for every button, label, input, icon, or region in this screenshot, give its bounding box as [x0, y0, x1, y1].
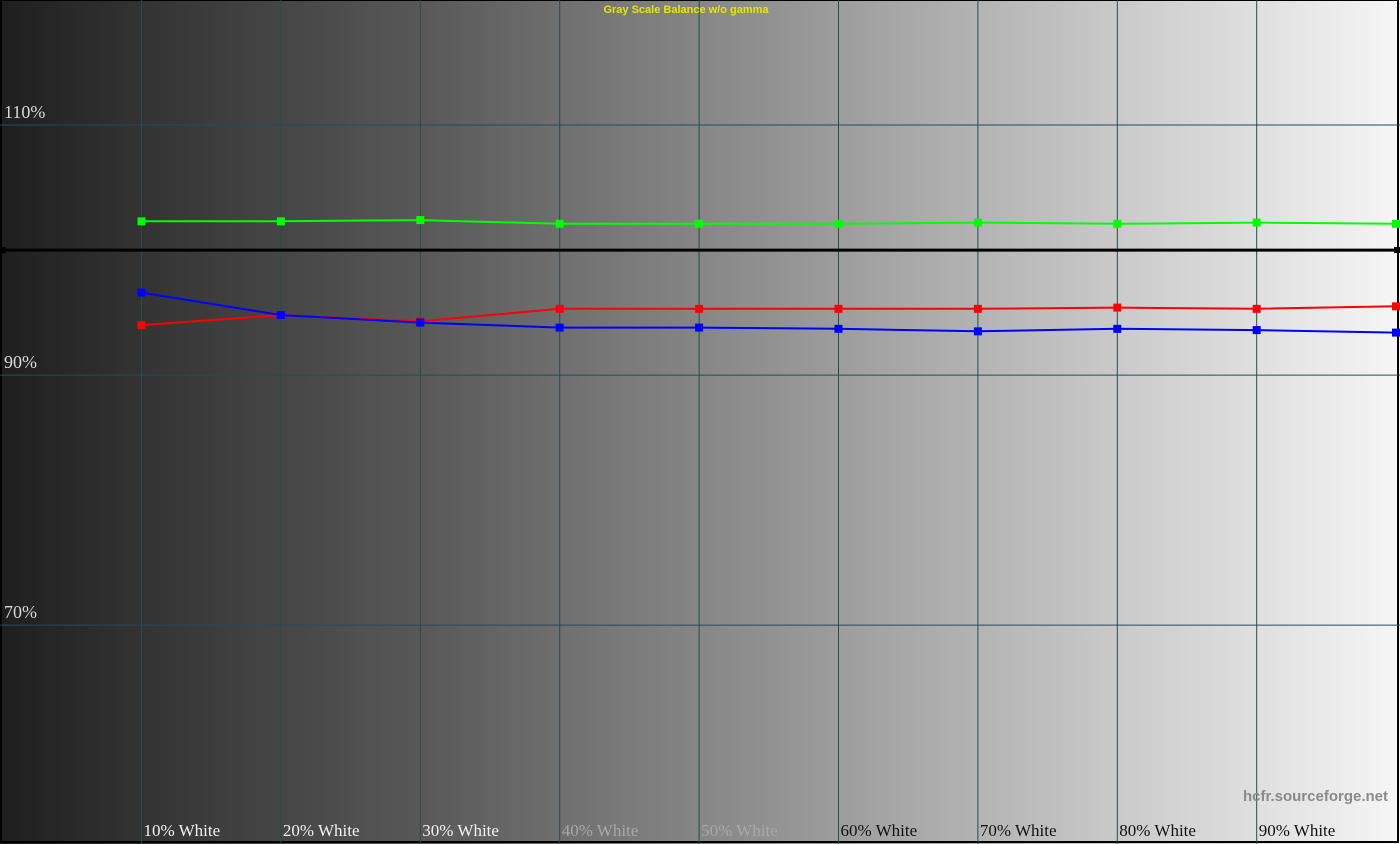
watermark: hcfr.sourceforge.net	[1243, 788, 1388, 805]
grayscale-balance-chart: 110% 90% 70% 10% White 20% White 30% White 40%…	[0, 0, 1400, 844]
data-point-0	[695, 219, 704, 228]
data-point-1	[834, 304, 843, 313]
chart-title: Gray Scale Balance w/o gamma	[603, 4, 769, 16]
data-point-0	[137, 217, 146, 226]
y-tick-label: 110%	[4, 102, 45, 122]
data-point-0	[1392, 219, 1400, 228]
reference-marker	[1394, 247, 1400, 254]
data-point-0	[416, 216, 425, 225]
x-tick-label: 40% White	[562, 821, 639, 840]
data-point-1	[973, 304, 982, 313]
data-point-0	[1113, 219, 1122, 228]
data-point-0	[1252, 218, 1261, 227]
y-tick-label: 70%	[4, 602, 37, 622]
data-point-0	[276, 217, 285, 226]
x-tick-label: 20% White	[283, 821, 360, 840]
data-point-1	[1113, 303, 1122, 312]
x-tick-label: 30% White	[422, 821, 499, 840]
x-tick-label: 50% White	[701, 821, 778, 840]
x-tick-label: 90% White	[1259, 821, 1336, 840]
data-point-2	[1252, 326, 1261, 335]
y-tick-label: 90%	[4, 352, 37, 372]
x-tick-label: 10% White	[144, 821, 221, 840]
data-point-1	[1392, 302, 1400, 311]
data-point-2	[695, 323, 704, 332]
data-point-2	[834, 324, 843, 333]
data-point-0	[834, 219, 843, 228]
data-point-1	[137, 321, 146, 330]
data-point-2	[1392, 328, 1400, 337]
data-point-2	[276, 311, 285, 320]
data-point-1	[555, 304, 564, 313]
data-point-0	[555, 219, 564, 228]
x-tick-label: 80% White	[1119, 821, 1196, 840]
data-point-2	[416, 318, 425, 327]
plot-background	[0, 0, 1400, 844]
data-point-2	[137, 288, 146, 297]
data-point-0	[973, 218, 982, 227]
x-tick-label: 70% White	[980, 821, 1057, 840]
data-point-2	[555, 323, 564, 332]
data-point-2	[1113, 324, 1122, 333]
data-point-1	[1252, 304, 1261, 313]
data-point-1	[695, 304, 704, 313]
chart-canvas: 110% 90% 70% 10% White 20% White 30% White 40%…	[0, 0, 1400, 844]
reference-marker	[0, 247, 6, 254]
x-tick-label: 60% White	[841, 821, 918, 840]
data-point-2	[973, 327, 982, 336]
